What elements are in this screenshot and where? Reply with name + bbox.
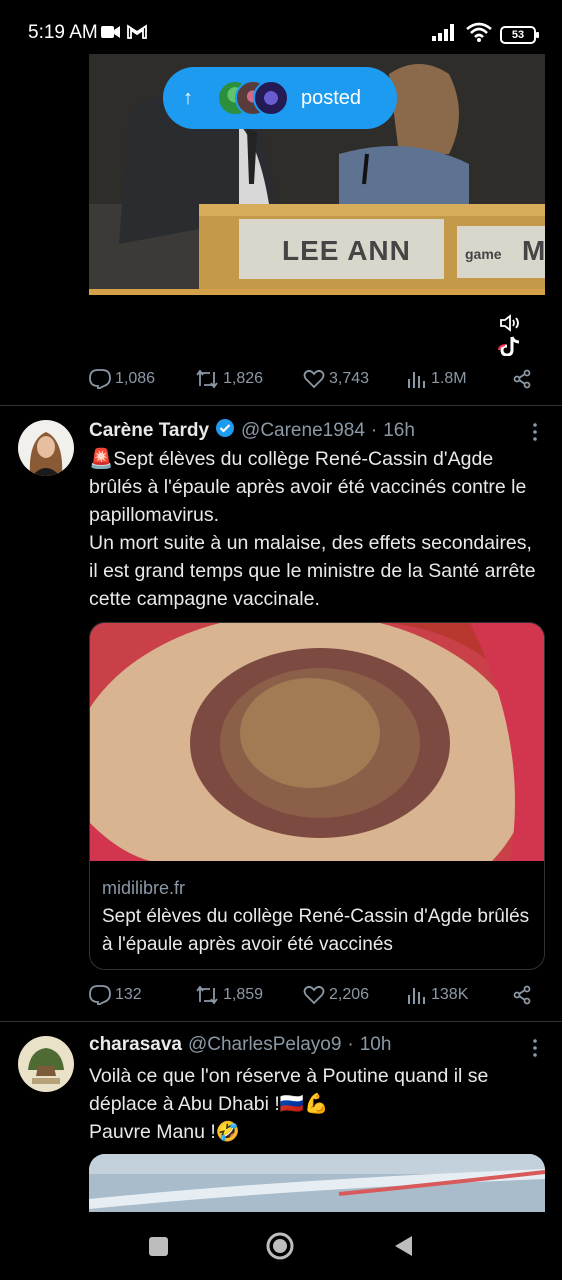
card-image	[90, 623, 544, 861]
tiktok-icon	[496, 336, 526, 361]
reply-icon	[89, 985, 111, 1005]
reply-icon	[89, 369, 111, 389]
reply-button[interactable]: 1,086	[89, 369, 155, 389]
status-bar: 5:19 AM 53	[0, 0, 562, 54]
views-count: 138K	[431, 986, 469, 1003]
avatar[interactable]	[18, 420, 74, 476]
recents-button[interactable]	[148, 1236, 169, 1262]
home-button[interactable]	[266, 1232, 294, 1265]
card-title: Sept élèves du collège René-Cassin d'Agd…	[102, 906, 530, 955]
more-options-icon[interactable]	[525, 422, 545, 447]
tweet-media[interactable]	[89, 1154, 545, 1212]
like-count: 3,743	[329, 370, 370, 387]
tweet-text-line2: Pauvre Manu !🤣	[89, 1121, 241, 1143]
share-button[interactable]	[512, 369, 532, 389]
views-icon	[407, 986, 427, 1004]
avatar	[253, 80, 289, 116]
avatar[interactable]	[18, 1036, 74, 1092]
divider	[0, 1021, 562, 1022]
video-nameplate-m: M	[522, 235, 545, 266]
link-card[interactable]: midilibre.fr Sept élèves du collège René…	[89, 622, 545, 970]
status-time: 5:19 AM	[28, 22, 98, 43]
sound-icon[interactable]	[499, 314, 521, 337]
battery-icon: 53	[500, 25, 539, 44]
views-icon	[407, 370, 427, 388]
posted-label: posted	[301, 86, 362, 109]
reply-button[interactable]: 132	[89, 985, 142, 1005]
retweet-icon	[195, 369, 219, 389]
video-nameplate-game: game	[465, 246, 502, 262]
tweet-text-line1: Sept élèves du collège René-Cassin d'Agd…	[89, 448, 527, 526]
tweet-text-line2: Un mort suite à un malaise, des effets s…	[89, 532, 536, 610]
reply-count: 1,086	[115, 370, 156, 387]
tweet-actions: 1,086 1,826 3,743 1.8M	[89, 366, 539, 392]
display-name[interactable]: Carène Tardy	[89, 420, 209, 442]
separator: ·	[370, 420, 378, 441]
video-camera-icon	[101, 25, 121, 44]
system-nav-bar	[0, 1212, 562, 1280]
retweet-button[interactable]: 1,826	[195, 369, 263, 389]
like-count: 2,206	[329, 986, 370, 1003]
card-domain: midilibre.fr	[102, 878, 186, 898]
arrow-up-icon: ↑	[183, 86, 193, 109]
views-button[interactable]: 1.8M	[407, 370, 467, 388]
handle[interactable]: @Carene1984	[241, 420, 365, 442]
retweet-count: 1,826	[223, 370, 264, 387]
gmail-icon	[127, 24, 147, 45]
handle[interactable]: @CharlesPelayo9	[188, 1034, 341, 1056]
tweet-actions: 132 1,859 2,206 138K	[89, 982, 539, 1008]
like-button[interactable]: 3,743	[303, 369, 369, 389]
heart-icon	[303, 369, 325, 389]
retweet-count: 1,859	[223, 986, 264, 1003]
new-posts-pill[interactable]: ↑ posted	[163, 67, 397, 129]
more-options-icon[interactable]	[525, 1038, 545, 1063]
tweet-header: Carène Tardy @Carene1984 · 16h	[89, 418, 415, 444]
retweet-icon	[195, 985, 219, 1005]
divider	[0, 405, 562, 406]
video-nameplate: LEE ANN	[282, 235, 411, 266]
alarm-emoji: 🚨	[89, 448, 114, 470]
display-name[interactable]: charasava	[89, 1034, 182, 1056]
signal-icon	[432, 23, 458, 46]
timestamp[interactable]: 10h	[360, 1034, 392, 1056]
views-button[interactable]: 138K	[407, 986, 468, 1004]
heart-icon	[303, 985, 325, 1005]
reply-count: 132	[115, 986, 142, 1003]
tweet-text-line1: Voilà ce que l'on réserve à Poutine quan…	[89, 1065, 489, 1115]
tweet-text: Voilà ce que l'on réserve à Poutine quan…	[89, 1062, 545, 1146]
tweet-header: charasava @CharlesPelayo9 · 10h	[89, 1034, 391, 1056]
verified-icon	[215, 418, 235, 444]
wifi-icon	[466, 22, 492, 47]
separator: ·	[347, 1034, 354, 1055]
share-button[interactable]	[512, 985, 532, 1005]
like-button[interactable]: 2,206	[303, 985, 369, 1005]
back-button[interactable]	[392, 1234, 414, 1263]
timestamp[interactable]: 16h	[383, 420, 415, 442]
tweet-text: 🚨Sept élèves du collège René-Cassin d'Ag…	[89, 445, 545, 613]
share-icon	[512, 985, 532, 1005]
share-icon	[512, 369, 532, 389]
retweet-button[interactable]: 1,859	[195, 985, 263, 1005]
views-count: 1.8M	[431, 370, 467, 387]
